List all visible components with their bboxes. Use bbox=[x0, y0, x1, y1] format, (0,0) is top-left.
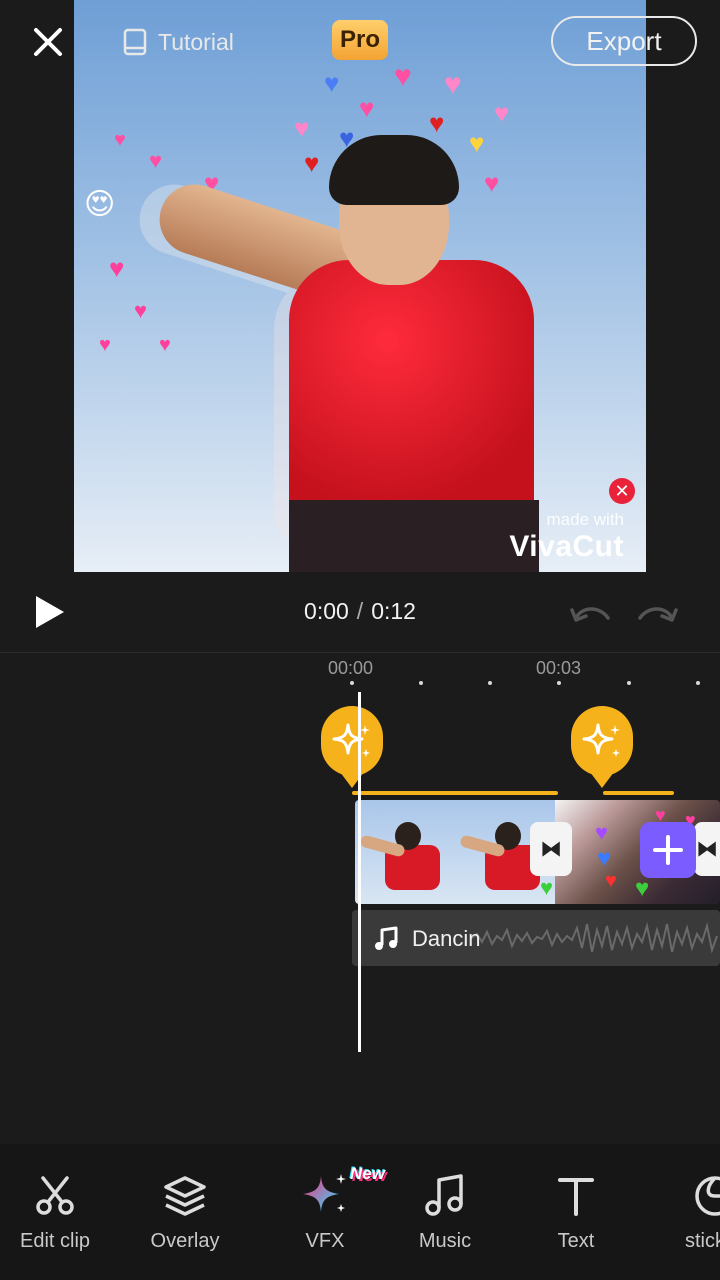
vfx-marker[interactable] bbox=[571, 706, 633, 788]
tick-dot bbox=[627, 681, 631, 685]
book-icon bbox=[123, 28, 147, 56]
transition-button[interactable]: ⧓ bbox=[530, 822, 572, 876]
heart-emoji: ♥ bbox=[494, 98, 510, 128]
vfx-marker-body bbox=[321, 706, 383, 776]
vfx-duration-bar[interactable] bbox=[603, 791, 674, 795]
plus-icon bbox=[653, 835, 683, 865]
layers-icon bbox=[120, 1166, 250, 1218]
audio-track[interactable] bbox=[352, 910, 720, 966]
figure-shirt bbox=[289, 260, 534, 530]
heart-eyes-emoji: 😍 bbox=[84, 188, 116, 221]
heart-emoji: ♥ bbox=[149, 148, 163, 173]
tutorial-label: Tutorial bbox=[158, 28, 234, 55]
scissors-icon bbox=[0, 1166, 120, 1218]
redo-icon bbox=[638, 607, 678, 622]
close-icon: ✕ bbox=[614, 480, 630, 501]
vfx-marker[interactable] bbox=[321, 706, 383, 788]
tick-dot bbox=[696, 681, 700, 685]
heart-emoji: ♥ bbox=[134, 298, 148, 323]
time-separator: / bbox=[356, 598, 364, 624]
heart-emoji: ♥ bbox=[159, 334, 171, 356]
heart-emoji: ♥ bbox=[359, 93, 375, 123]
transition-button[interactable]: ⧓ bbox=[694, 822, 720, 876]
tool-overlay[interactable]: Overlay bbox=[120, 1166, 250, 1253]
watermark-caption: made with bbox=[546, 510, 624, 529]
heart-emoji: ♥ bbox=[109, 253, 125, 283]
vfx-marker-body bbox=[571, 706, 633, 776]
tool-label: Text bbox=[557, 1230, 595, 1252]
audio-track-label: Dancin bbox=[412, 926, 481, 951]
tick-label: 00:00 bbox=[328, 658, 374, 678]
export-button[interactable]: Export bbox=[551, 16, 697, 66]
remove-watermark-button[interactable]: ✕ bbox=[609, 478, 635, 504]
heart-emoji: ♥ bbox=[429, 108, 445, 138]
heart-emoji: ♥ bbox=[484, 168, 500, 198]
watermark: made with VivaCut bbox=[509, 510, 624, 564]
undo-button[interactable] bbox=[568, 598, 614, 628]
pro-badge[interactable]: Pro bbox=[332, 20, 388, 60]
add-clip-button[interactable] bbox=[640, 822, 696, 878]
heart-emoji: ♥ bbox=[469, 128, 485, 158]
tool-edit-clip[interactable]: Edit clip bbox=[0, 1166, 120, 1253]
tool-label: Edit clip bbox=[19, 1230, 91, 1252]
tick-dot bbox=[350, 681, 354, 685]
total-time: 0:12 bbox=[371, 598, 416, 624]
undo-icon bbox=[570, 607, 610, 622]
watermark-brand: VivaCut bbox=[509, 530, 624, 563]
heart-emoji: ♥ bbox=[114, 129, 126, 151]
tool-label: VFX bbox=[305, 1230, 345, 1252]
heart-emoji: ♥ bbox=[394, 60, 412, 93]
redo-button[interactable] bbox=[634, 598, 680, 628]
tool-label: Overlay bbox=[150, 1230, 220, 1252]
divider bbox=[0, 652, 720, 653]
clip-thumbnail bbox=[355, 800, 455, 904]
heart-emoji: ♥ bbox=[294, 113, 310, 143]
close-icon bbox=[34, 28, 62, 56]
figure-pants bbox=[289, 500, 539, 572]
vfx-marker-tail bbox=[590, 772, 614, 788]
music-note-icon bbox=[372, 925, 400, 953]
tool-sticker[interactable]: stick bbox=[655, 1166, 720, 1253]
heart-emoji: ♥ bbox=[99, 334, 111, 356]
sparkle-icon bbox=[332, 723, 370, 757]
close-button[interactable] bbox=[26, 20, 70, 64]
tick-dot bbox=[419, 681, 423, 685]
tick-dot bbox=[488, 681, 492, 685]
sparkle-icon bbox=[582, 723, 620, 757]
tutorial-button[interactable]: Tutorial bbox=[122, 22, 234, 62]
tick-dot bbox=[557, 681, 561, 685]
text-icon bbox=[511, 1166, 641, 1218]
heart-emoji: ♥ bbox=[444, 68, 462, 101]
tick-label: 00:03 bbox=[536, 658, 582, 678]
music-note-icon bbox=[380, 1166, 510, 1218]
vfx-duration-bar[interactable] bbox=[352, 791, 558, 795]
tool-music[interactable]: Music bbox=[380, 1166, 510, 1253]
tool-text[interactable]: Text bbox=[511, 1166, 641, 1253]
transition-icon: ⧓ bbox=[540, 836, 562, 861]
current-time: 0:00 bbox=[304, 598, 349, 624]
heart-emoji: ♥ bbox=[304, 148, 320, 178]
video-preview[interactable]: ♥ ♥ ♥ ♥ ♥ ♥ ♥ ♥ ♥ ♥ ♥ ♥ ♥ ♥ ♥ ♥ ♥ ♥ ♥ 😍 bbox=[74, 0, 646, 572]
playhead[interactable] bbox=[358, 692, 361, 1052]
transition-icon: ⧓ bbox=[696, 836, 718, 861]
heart-emoji: ♥ bbox=[324, 68, 340, 98]
tool-label: Music bbox=[418, 1230, 472, 1252]
audio-waveform bbox=[471, 922, 718, 954]
sticker-icon bbox=[655, 1166, 720, 1218]
tool-label: stick bbox=[685, 1230, 720, 1252]
